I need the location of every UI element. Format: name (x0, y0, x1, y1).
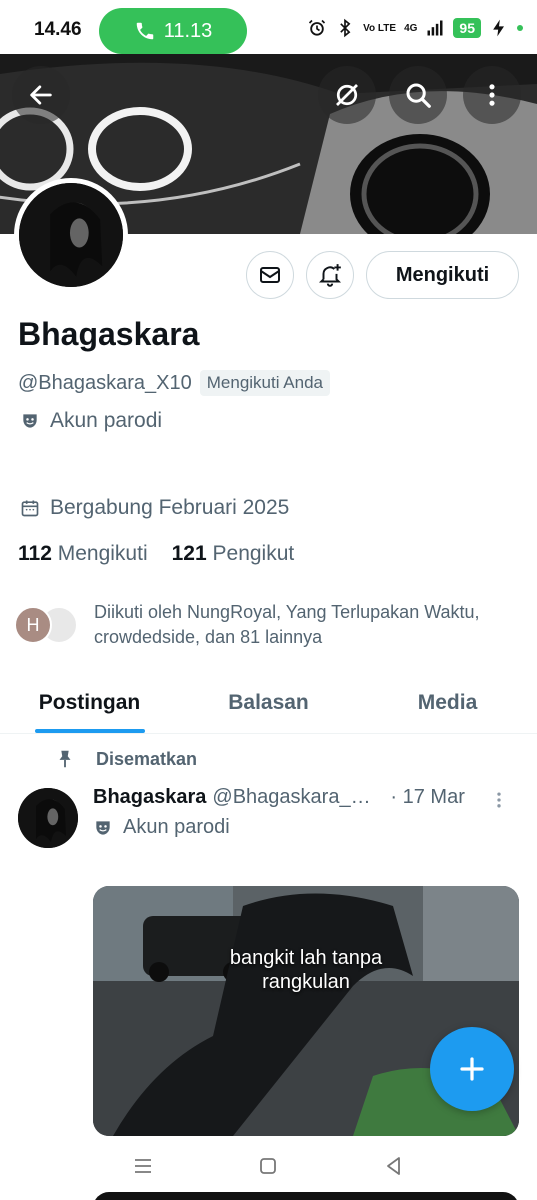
parody-label: Akun parodi (50, 409, 163, 432)
envelope-icon (260, 267, 280, 283)
search-icon (406, 83, 431, 108)
privacy-indicator-dot (517, 25, 523, 31)
post-author-avatar[interactable] (18, 788, 78, 848)
parody-label-row: Akun parodi (20, 409, 162, 433)
pin-icon (59, 750, 71, 768)
system-nav-bar (0, 1140, 537, 1192)
message-button[interactable] (246, 251, 294, 299)
followed-by-text: Diikuti oleh NungRoyal, Yang Terlupakan … (94, 602, 480, 647)
avatar-image (19, 183, 123, 287)
follower-avatar-initial: H (14, 606, 52, 644)
recent-apps-icon[interactable] (131, 1154, 155, 1178)
media-caption-line2: rangkulan (262, 971, 350, 993)
ongoing-call-pill[interactable]: 11.13 (99, 8, 247, 54)
followed-by-avatars: H (14, 606, 82, 646)
status-bar: 14.46 11.13 Vo LTE 4G 95 (0, 0, 537, 58)
call-duration: 11.13 (163, 19, 213, 42)
status-time: 14.46 (34, 19, 82, 40)
joined-date: Bergabung Februari 2025 (50, 496, 290, 519)
handle-row: @Bhagaskara_X10 Mengikuti Anda (18, 370, 330, 396)
notification-button[interactable] (306, 251, 354, 299)
more-vertical-icon (489, 84, 495, 106)
alarm-icon (309, 19, 326, 36)
media-caption-line1: bangkit lah tanpa (229, 947, 383, 969)
more-options-button[interactable] (463, 66, 521, 124)
pinned-label: Disematkan (96, 748, 198, 769)
network-type: 4G (404, 22, 418, 34)
post-date[interactable]: · 17 Mar (390, 786, 464, 809)
calendar-icon (21, 500, 39, 517)
follows-you-badge: Mengikuti Anda (199, 370, 330, 396)
post-avatar-image (18, 788, 78, 848)
bluetooth-icon (340, 18, 351, 38)
parody-mask-icon (23, 414, 37, 428)
status-icons: Vo LTE 4G 95 (307, 18, 523, 38)
profile-avatar[interactable] (14, 178, 128, 292)
compose-post-button[interactable] (430, 1027, 514, 1111)
parody-mask-icon (96, 820, 110, 835)
grok-button[interactable] (318, 66, 376, 124)
pinned-indicator: Disematkan (54, 748, 197, 770)
tab-media[interactable]: Media (358, 672, 537, 733)
grok-icon (336, 84, 358, 106)
followed-by-row[interactable]: H Diikuti oleh NungRoyal, Yang Terlupaka… (14, 600, 534, 650)
followers-stat[interactable]: 121 Pengikut (172, 542, 295, 566)
following-button[interactable]: Mengikuti (366, 251, 519, 299)
post-parody-row: Akun parodi (93, 816, 230, 839)
tab-replies[interactable]: Balasan (179, 672, 358, 733)
phone-icon (136, 22, 153, 40)
following-count: 112 (18, 542, 52, 565)
back-triangle-icon[interactable] (382, 1154, 406, 1178)
battery-level: 95 (453, 18, 481, 38)
home-icon[interactable] (256, 1154, 280, 1178)
search-button[interactable] (389, 66, 447, 124)
post-header: Bhagaskara @Bhagaskara_X10 · 17 Mar (93, 786, 523, 809)
next-post-media-edge (93, 1192, 519, 1200)
post-more-icon[interactable] (489, 790, 509, 810)
post-author-handle: @Bhagaskara_X10 (212, 786, 383, 808)
following-label: Mengikuti (57, 542, 148, 565)
back-button[interactable] (12, 66, 70, 124)
profile-tabs: Postingan Balasan Media (0, 672, 537, 734)
tab-posts[interactable]: Postingan (0, 672, 179, 733)
followers-count: 121 (171, 542, 207, 565)
back-arrow-icon (30, 85, 52, 105)
bell-plus-icon (318, 264, 342, 287)
volte-icon: Vo LTE (363, 22, 397, 34)
followers-label: Pengikut (212, 542, 295, 565)
joined-date-row: Bergabung Februari 2025 (20, 496, 289, 520)
charging-icon (493, 19, 504, 37)
plus-icon (460, 1057, 484, 1081)
display-name: Bhagaskara (18, 316, 200, 352)
media-caption: bangkit lah tanpa rangkulan (93, 946, 519, 994)
signal-icon (427, 20, 443, 36)
user-handle: @Bhagaskara_X10 (18, 371, 192, 394)
post-parody-label: Akun parodi (123, 816, 230, 838)
follow-stats: 112 Mengikuti 121 Pengikut (18, 542, 294, 566)
following-stat[interactable]: 112 Mengikuti (18, 542, 148, 566)
post-author-name[interactable]: Bhagaskara (93, 786, 206, 809)
